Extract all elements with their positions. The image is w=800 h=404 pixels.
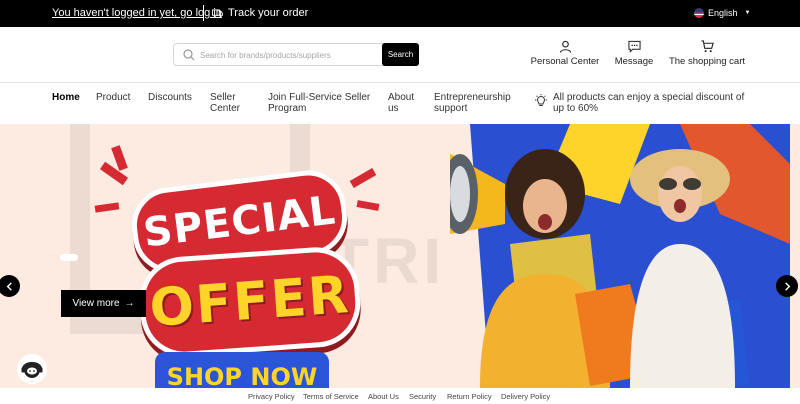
main-nav: Home Product Discounts Seller Center Joi… xyxy=(0,83,800,124)
shop-now-text: SHOP NOW xyxy=(166,363,318,388)
truck-icon xyxy=(212,8,223,18)
shopping-cart-link[interactable]: The shopping cart xyxy=(668,40,746,67)
track-order-label: Track your order xyxy=(228,7,309,19)
footer-link-security[interactable]: Security xyxy=(409,392,436,401)
view-more-button[interactable]: View more → xyxy=(61,290,146,317)
burst-ray xyxy=(349,168,377,188)
search-input[interactable] xyxy=(200,47,380,63)
headset-icon xyxy=(21,362,43,378)
shop-now-graphic: SHOP NOW xyxy=(155,352,329,388)
personal-center-link[interactable]: Personal Center xyxy=(530,40,600,67)
login-link[interactable]: You haven't logged in yet, go log in xyxy=(52,7,222,19)
customer-support-button[interactable] xyxy=(17,354,47,384)
carousel-next-button[interactable] xyxy=(776,275,798,297)
search-button[interactable]: Search xyxy=(382,43,419,66)
message-icon xyxy=(627,40,641,53)
footer-link-privacy-policy[interactable]: Privacy Policy xyxy=(248,392,295,401)
language-label: English xyxy=(708,8,738,18)
carousel-indicator[interactable] xyxy=(60,254,78,261)
footer-link-delivery-policy[interactable]: Delivery Policy xyxy=(501,392,550,401)
special-text: SPECIAL xyxy=(140,186,339,257)
chevron-down-icon: ▼ xyxy=(744,10,751,16)
offer-label: OFFER xyxy=(136,244,364,360)
chevron-right-icon xyxy=(784,281,790,291)
user-icon xyxy=(559,40,571,53)
nav-item-home[interactable]: Home xyxy=(52,92,80,103)
view-more-label: View more xyxy=(72,298,120,309)
promo-notice: All products can enjoy a special discoun… xyxy=(534,92,753,114)
shoppers-photo xyxy=(450,124,790,388)
promo-text: All products can enjoy a special discoun… xyxy=(553,92,745,114)
arrow-right-icon: → xyxy=(124,298,135,309)
nav-item-product[interactable]: Product xyxy=(96,92,130,103)
message-link[interactable]: Message xyxy=(613,40,655,67)
nav-item-full-service-seller[interactable]: Join Full-Service Seller Program xyxy=(268,92,378,114)
lightbulb-icon xyxy=(535,94,547,106)
offer-text: OFFER xyxy=(147,265,353,339)
top-bar: You haven't logged in yet, go log in Tra… xyxy=(0,0,800,27)
search-icon xyxy=(183,49,195,61)
footer-link-return-policy[interactable]: Return Policy xyxy=(447,392,492,401)
language-selector[interactable]: English ▼ xyxy=(694,8,750,18)
track-order-link[interactable]: Track your order xyxy=(212,7,308,19)
shopping-cart-label: The shopping cart xyxy=(668,56,746,67)
footer-link-about-us[interactable]: About Us xyxy=(368,392,399,401)
message-label: Message xyxy=(614,56,654,67)
chevron-left-icon xyxy=(6,281,12,291)
header: Search Personal Center Message The shopp… xyxy=(0,27,800,83)
footer-link-terms-of-service[interactable]: Terms of Service xyxy=(303,392,359,401)
carousel-prev-button[interactable] xyxy=(0,275,20,297)
hero-banner: TRI SPECIAL OFFER SHOP NOW View more → xyxy=(0,124,800,388)
nav-item-seller-center[interactable]: Seller Center xyxy=(210,92,255,114)
personal-center-label: Personal Center xyxy=(530,56,600,67)
nav-item-entrepreneurship-support[interactable]: Entrepreneurship support xyxy=(434,92,524,114)
footer: Privacy Policy Terms of Service About Us… xyxy=(0,388,800,404)
nav-item-discounts[interactable]: Discounts xyxy=(148,92,192,103)
divider xyxy=(203,5,204,21)
burst-ray xyxy=(356,200,380,211)
cart-icon xyxy=(700,40,714,53)
nav-item-about-us[interactable]: About us xyxy=(388,92,423,114)
us-flag-icon xyxy=(694,8,704,18)
